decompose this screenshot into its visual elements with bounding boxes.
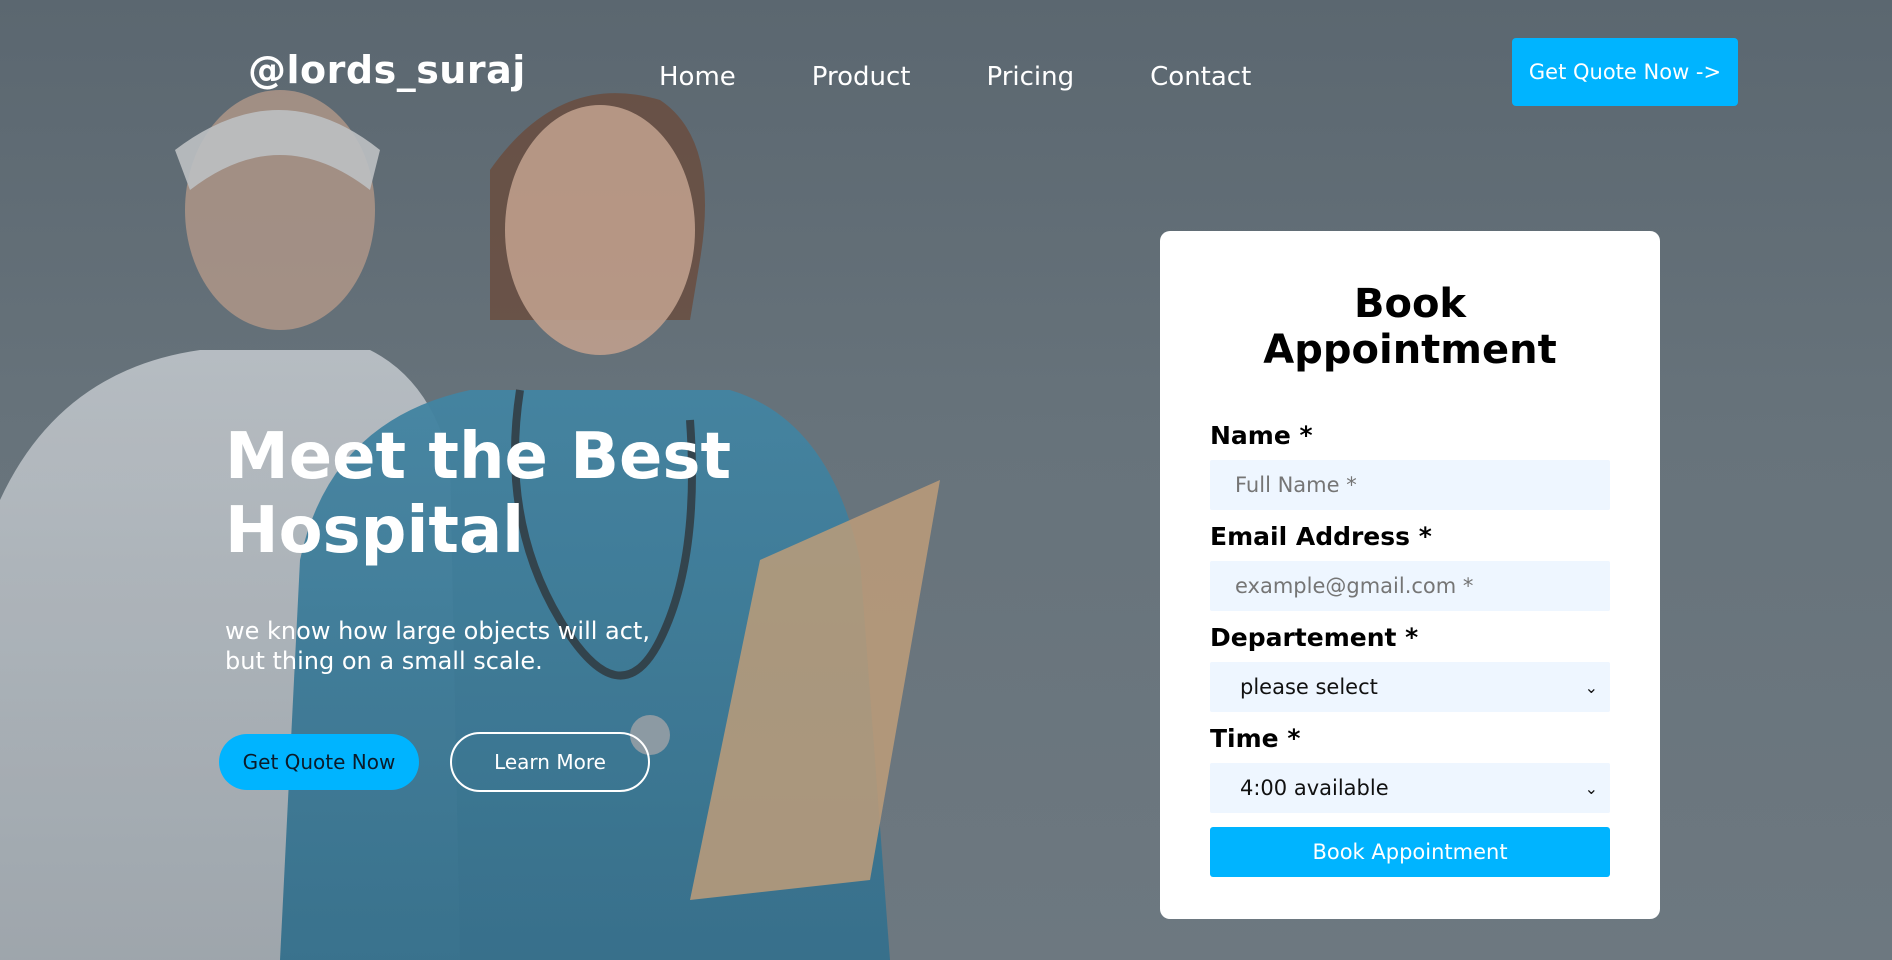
chevron-down-icon: ⌄	[1584, 677, 1598, 697]
name-input[interactable]	[1210, 460, 1610, 510]
site-logo[interactable]: @lords_suraj	[248, 48, 526, 92]
learn-more-button[interactable]: Learn More	[450, 732, 650, 792]
chevron-down-icon: ⌄	[1584, 778, 1598, 798]
hero-subtitle-line-1: we know how large objects will act,	[225, 617, 650, 645]
department-select-value: please select	[1240, 675, 1378, 699]
hero-title-line-2: Hospital	[225, 494, 525, 568]
department-select[interactable]: please select ⌄	[1210, 662, 1610, 712]
name-label: Name *	[1210, 421, 1313, 450]
hero-subtitle: we know how large objects will act, but …	[225, 616, 695, 676]
hero-title-line-1: Meet the Best	[225, 420, 732, 494]
nav-home[interactable]: Home	[659, 62, 736, 92]
department-label: Departement *	[1210, 623, 1419, 652]
nav-contact[interactable]: Contact	[1150, 62, 1251, 92]
main-nav: Home Product Pricing Contact	[659, 62, 1251, 92]
time-select-value: 4:00 available	[1240, 776, 1389, 800]
get-quote-button[interactable]: Get Quote Now	[219, 734, 419, 790]
book-appointment-button[interactable]: Book Appointment	[1210, 827, 1610, 877]
time-select[interactable]: 4:00 available ⌄	[1210, 763, 1610, 813]
email-label: Email Address *	[1210, 522, 1432, 551]
nav-product[interactable]: Product	[812, 62, 911, 92]
hero-subtitle-line-2: but thing on a small scale.	[225, 647, 543, 675]
get-quote-header-button[interactable]: Get Quote Now ->	[1512, 38, 1738, 106]
booking-title: Book Appointment	[1263, 281, 1557, 373]
time-label: Time *	[1210, 724, 1301, 753]
hero-title: Meet the Best Hospital	[225, 420, 785, 568]
booking-form: Book Appointment Name * Email Address * …	[1160, 231, 1660, 919]
nav-pricing[interactable]: Pricing	[987, 62, 1075, 92]
email-input[interactable]	[1210, 561, 1610, 611]
